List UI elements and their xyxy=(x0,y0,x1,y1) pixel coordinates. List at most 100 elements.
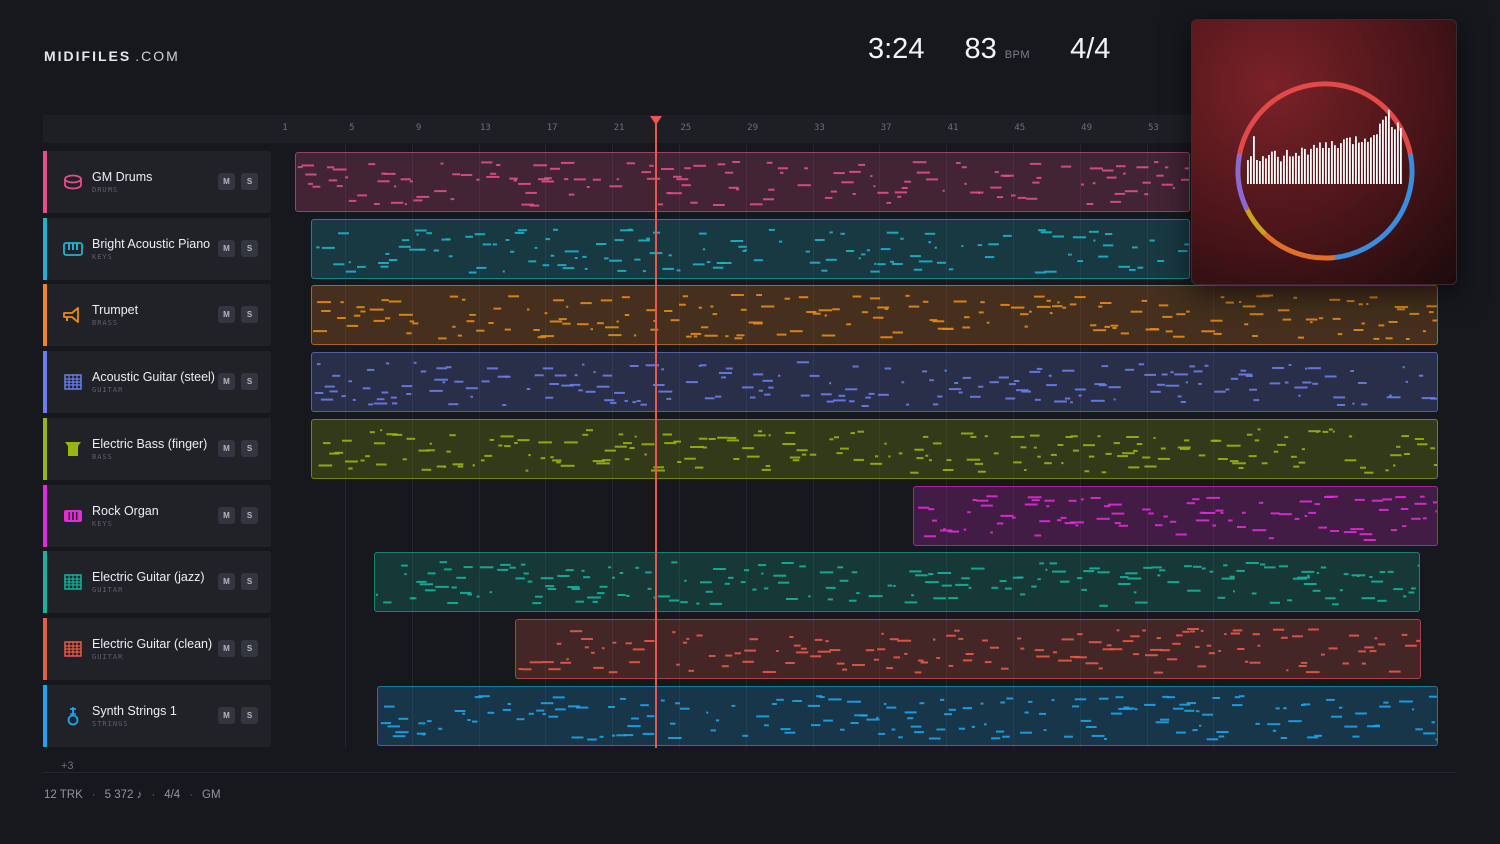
visualizer-bar xyxy=(1307,154,1309,184)
ring-segment xyxy=(1261,230,1336,261)
mute-button[interactable]: M xyxy=(218,573,235,591)
track-clip[interactable] xyxy=(311,218,1190,279)
track-header[interactable]: Electric Bass (finger) BASS M S xyxy=(43,417,271,480)
visualizer-bar xyxy=(1301,147,1303,184)
ruler-tick: 13 xyxy=(479,123,491,133)
solo-button[interactable]: S xyxy=(241,173,258,190)
ruler-tick: 9 xyxy=(415,123,422,133)
solo-button[interactable]: S xyxy=(241,373,258,391)
footer-info: 12 TRK · 5 372 ♪ · 4/4 · GM xyxy=(44,789,221,801)
visualizer-bar xyxy=(1355,136,1357,184)
visualizer-bar xyxy=(1367,141,1369,184)
playhead[interactable] xyxy=(655,123,657,748)
track-color-stripe xyxy=(43,484,47,547)
track-header[interactable]: Synth Strings 1 STRINGS M S xyxy=(43,684,271,747)
footer-time-signature: 4/4 xyxy=(164,789,181,801)
visualizer-bar xyxy=(1319,142,1321,184)
track-clip[interactable] xyxy=(913,485,1438,546)
transport-stats: 3:24 83 BPM 4/4 xyxy=(868,33,1110,66)
ruler-tick: 17 xyxy=(546,123,558,133)
track-name: GM Drums xyxy=(92,170,153,184)
trumpet-icon xyxy=(62,304,84,326)
solo-button[interactable]: S xyxy=(241,639,258,657)
track-clip[interactable] xyxy=(311,285,1438,346)
solo-button[interactable]: S xyxy=(241,439,258,457)
ruler-tick: 41 xyxy=(947,123,959,133)
mute-button[interactable]: M xyxy=(218,706,235,724)
visualizer-bar xyxy=(1328,147,1330,184)
mute-button[interactable]: M xyxy=(218,173,235,190)
track-color-stripe xyxy=(43,551,47,614)
solo-button[interactable]: S xyxy=(241,506,258,524)
visualizer-bar xyxy=(1382,119,1384,184)
visualizer-bar xyxy=(1322,148,1324,184)
track-category: GUITAR xyxy=(92,386,124,395)
duration-display: 3:24 xyxy=(868,33,925,65)
logo[interactable]: MIDIFILES .COM xyxy=(44,48,180,64)
track-category: BASS xyxy=(92,452,113,461)
track-clip[interactable] xyxy=(295,152,1190,212)
track-header[interactable]: Rock Organ KEYS M S xyxy=(43,484,271,547)
track-header[interactable]: Acoustic Guitar (steel) GUITAR M S xyxy=(43,351,271,414)
visualizer-bar xyxy=(1259,161,1261,184)
track-header[interactable]: Trumpet BRASS M S xyxy=(43,284,271,347)
visualizer-bar xyxy=(1265,158,1267,184)
visualizer-bar xyxy=(1262,156,1264,184)
tempo-display: 83 BPM xyxy=(964,33,1031,65)
track-clip[interactable] xyxy=(311,418,1438,479)
mute-button[interactable]: M xyxy=(218,639,235,657)
time-signature-display: 4/4 xyxy=(1070,33,1111,65)
more-tracks-label[interactable]: +3 xyxy=(61,760,74,772)
solo-button[interactable]: S xyxy=(241,239,258,257)
ruler-tick: 1 xyxy=(282,123,288,133)
clip-notes xyxy=(314,361,1437,408)
clip-notes xyxy=(918,494,1437,541)
ruler-tick: 29 xyxy=(747,123,759,133)
track-name: Trumpet xyxy=(92,303,139,318)
visualizer-bar xyxy=(1400,128,1402,184)
guitar-fretboard-icon xyxy=(62,571,84,593)
clip-notes xyxy=(316,228,1189,274)
guitar-fretboard-icon xyxy=(62,638,84,660)
mute-button[interactable]: M xyxy=(218,373,235,391)
visualizer-bar xyxy=(1379,123,1381,184)
mute-button[interactable]: M xyxy=(218,439,235,457)
mute-button[interactable]: M xyxy=(218,239,235,257)
track-name: Bright Acoustic Piano xyxy=(92,236,211,251)
solo-button[interactable]: S xyxy=(241,573,258,591)
mute-button[interactable]: M xyxy=(218,306,235,324)
track-clip[interactable] xyxy=(515,618,1421,679)
guitar-fretboard-icon xyxy=(62,371,84,393)
mute-button[interactable]: M xyxy=(218,506,235,524)
clip-notes xyxy=(376,561,1419,607)
ruler-tick: 53 xyxy=(1147,123,1159,133)
visualizer-bar xyxy=(1346,137,1348,184)
ruler-tick: 21 xyxy=(613,123,625,133)
track-header[interactable]: Electric Guitar (jazz) GUITAR M S xyxy=(43,551,271,614)
track-color-stripe xyxy=(43,217,47,280)
visualizer-bar xyxy=(1280,161,1282,184)
clip-notes xyxy=(380,694,1437,741)
playhead-marker[interactable] xyxy=(650,116,662,125)
visualizer-bar xyxy=(1316,147,1318,184)
track-color-stripe xyxy=(43,351,47,414)
visualizer-bar xyxy=(1250,156,1252,184)
solo-button[interactable]: S xyxy=(241,706,258,724)
ring-segment xyxy=(1235,153,1249,211)
track-header[interactable]: Electric Guitar (clean) GUITAR M S xyxy=(43,617,271,680)
visualizer-bar xyxy=(1352,144,1354,184)
track-clip[interactable] xyxy=(311,352,1438,413)
track-clip[interactable] xyxy=(374,552,1420,613)
solo-button[interactable]: S xyxy=(241,306,258,324)
track-category: BRASS xyxy=(92,319,119,328)
visualizer-bar xyxy=(1289,156,1291,184)
track-header[interactable]: GM Drums DRUMS M S xyxy=(43,151,271,213)
track-header[interactable]: Bright Acoustic Piano KEYS M S xyxy=(43,217,271,280)
piano-keys-icon xyxy=(62,238,84,260)
visualizer-bar xyxy=(1313,144,1315,184)
track-color-stripe xyxy=(43,684,47,747)
track-clip[interactable] xyxy=(377,685,1438,746)
track-name: Electric Bass (finger) xyxy=(92,436,208,451)
drum-icon xyxy=(62,171,84,193)
album-art-visualizer xyxy=(1235,81,1415,261)
